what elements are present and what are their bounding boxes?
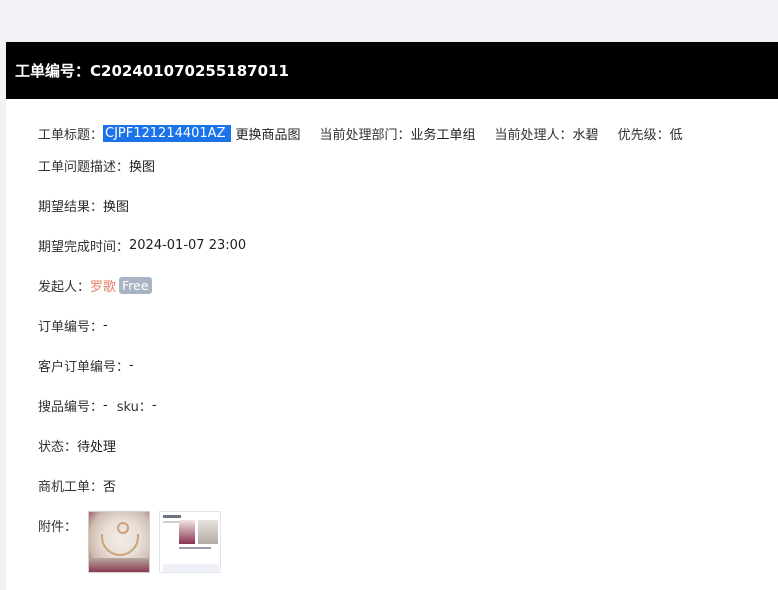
biz-label: 商机工单： — [38, 479, 104, 495]
desc-label: 工单问题描述： — [38, 159, 130, 175]
search-label: 搜品编号： — [38, 399, 104, 415]
order-label: 订单编号： — [38, 319, 104, 335]
handler-value: 水碧 — [572, 127, 599, 143]
handler-label: 当前处理人： — [494, 127, 573, 143]
expect-value: 换图 — [103, 199, 130, 215]
cust-order-row: 客户订单编号： - — [38, 355, 134, 375]
sku-label: sku： — [116, 399, 152, 415]
dept-value: 业务工单组 — [410, 127, 476, 143]
plan-badge: Free — [119, 276, 152, 294]
status-label: 状态： — [38, 439, 78, 455]
search-value: - — [103, 397, 108, 413]
initiator-row: 发起人： 罗歌 Free — [38, 275, 152, 295]
due-label: 期望完成时间： — [38, 239, 130, 255]
sku-value: - — [151, 397, 157, 413]
ticket-title-row: 工单标题： CJPF121214401AZ 更换商品图 当前处理部门： 业务工单… — [38, 123, 683, 143]
attachment-thumbnail-necklace[interactable] — [88, 511, 150, 573]
desc-value: 换图 — [129, 159, 156, 175]
initiator-link[interactable]: 罗歌 — [90, 276, 116, 295]
initiator-label: 发起人： — [38, 279, 91, 295]
order-row: 订单编号： - — [38, 315, 108, 335]
priority-value: 低 — [669, 127, 683, 143]
title-selected-text[interactable]: CJPF121214401AZ — [103, 124, 232, 142]
order-value: - — [103, 317, 108, 333]
attachment-thumbnail-screenshot[interactable] — [159, 511, 221, 573]
title-label: 工单标题： — [38, 127, 104, 143]
dept-label: 当前处理部门： — [319, 127, 411, 143]
due-row: 期望完成时间： 2024-01-07 23:00 — [38, 235, 246, 255]
cust-order-label: 客户订单编号： — [38, 359, 130, 375]
ticket-number-title: 工单编号：C202401070255187011 — [15, 62, 289, 80]
ticket-header: 工单编号：C202401070255187011 — [6, 42, 778, 99]
biz-row: 商机工单： 否 — [38, 475, 116, 495]
priority-label: 优先级： — [617, 127, 670, 143]
desc-row: 工单问题描述： 换图 — [38, 155, 155, 175]
biz-value: 否 — [103, 479, 117, 495]
cust-order-value: - — [129, 357, 134, 373]
ticket-detail-panel: 工单编号：C202401070255187011 工单标题： CJPF12121… — [6, 42, 778, 590]
expect-row: 期望结果： 换图 — [38, 195, 129, 215]
due-value: 2024-01-07 23:00 — [129, 237, 247, 253]
search-row: 搜品编号： - sku： - — [38, 395, 157, 415]
attach-label: 附件： — [38, 519, 78, 535]
status-row: 状态： 待处理 — [38, 435, 116, 455]
expect-label: 期望结果： — [38, 199, 104, 215]
attach-row: 附件： — [38, 515, 77, 535]
title-value: 更换商品图 — [235, 127, 301, 143]
status-value: 待处理 — [77, 439, 117, 455]
